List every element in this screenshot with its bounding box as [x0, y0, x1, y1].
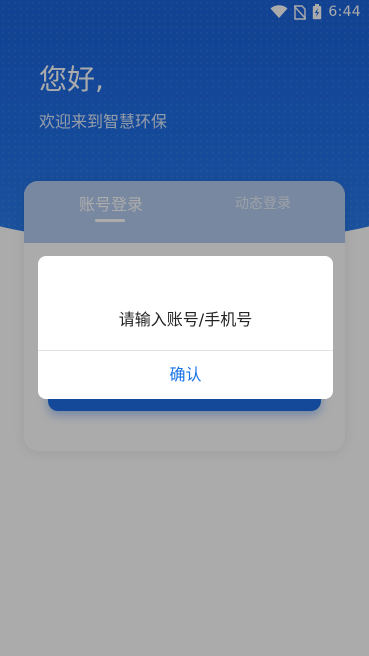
- login-screen: 6:44 您好, 欢迎来到智慧环保 账号登录 动态登录 请输入账号/手机号 确认: [0, 0, 369, 656]
- alert-dialog: 请输入账号/手机号 确认: [38, 256, 333, 399]
- dialog-message: 请输入账号/手机号: [118, 310, 253, 329]
- confirm-button[interactable]: 确认: [38, 351, 333, 399]
